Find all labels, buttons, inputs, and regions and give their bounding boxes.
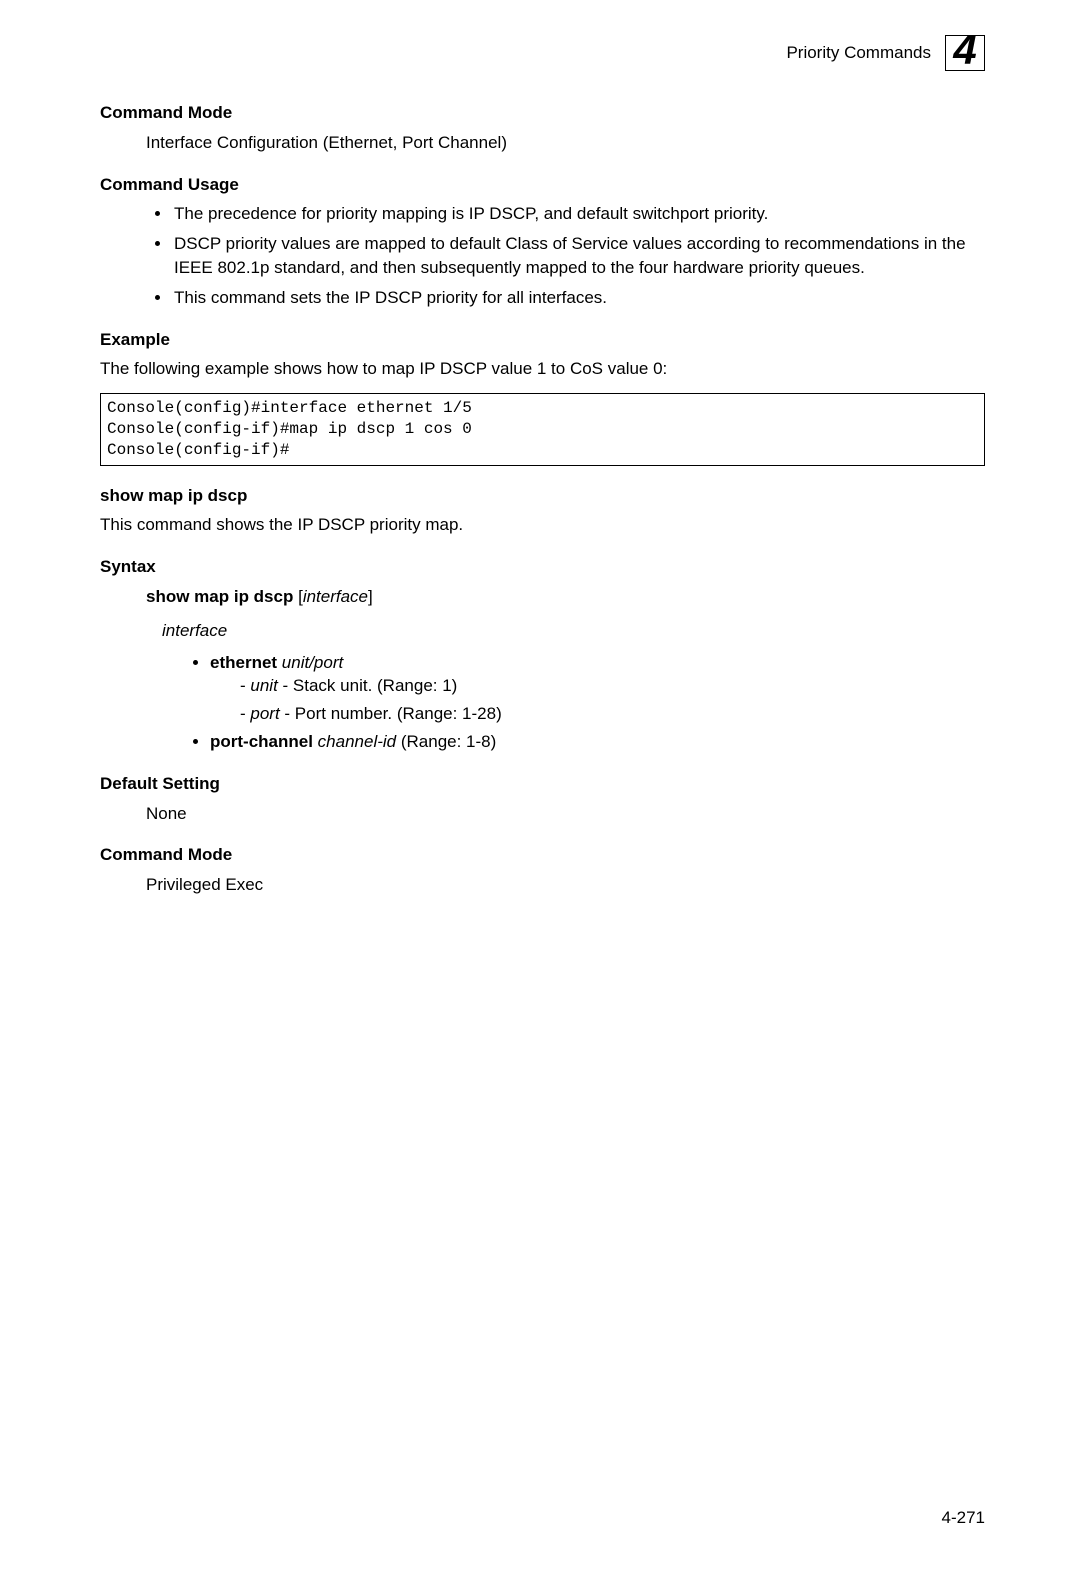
list-item: DSCP priority values are mapped to defau… bbox=[172, 232, 985, 280]
syntax-bracket-close: ] bbox=[368, 587, 373, 606]
interface-label: interface bbox=[162, 619, 985, 643]
list-item: port-channel channel-id (Range: 1-8) bbox=[210, 730, 985, 754]
syntax-interface-param: interface bbox=[303, 587, 368, 606]
heading-syntax: Syntax bbox=[100, 555, 985, 579]
list-item: The precedence for priority mapping is I… bbox=[172, 202, 985, 226]
heading-example: Example bbox=[100, 328, 985, 352]
unit-desc: - Stack unit. (Range: 1) bbox=[278, 676, 458, 695]
list-item: port - Port number. (Range: 1-28) bbox=[240, 702, 985, 726]
heading-command-usage: Command Usage bbox=[100, 173, 985, 197]
list-item: unit - Stack unit. (Range: 1) bbox=[240, 674, 985, 698]
chapter-box: 4 bbox=[945, 35, 985, 71]
list-item: This command sets the IP DSCP priority f… bbox=[172, 286, 985, 310]
portchannel-keyword: port-channel bbox=[210, 732, 313, 751]
page-header: Priority Commands 4 bbox=[100, 35, 985, 71]
heading-show-map: show map ip dscp bbox=[100, 484, 985, 508]
example-code-block: Console(config)#interface ethernet 1/5 C… bbox=[100, 393, 985, 465]
syntax-command: show map ip dscp bbox=[146, 587, 293, 606]
port-param: port bbox=[250, 704, 279, 723]
header-title: Priority Commands bbox=[786, 41, 931, 65]
heading-command-mode-2: Command Mode bbox=[100, 843, 985, 867]
list-item: ethernet unit/port unit - Stack unit. (R… bbox=[210, 651, 985, 726]
ethernet-params-list: unit - Stack unit. (Range: 1) port - Por… bbox=[240, 674, 985, 726]
ethernet-params: unit/port bbox=[277, 653, 343, 672]
syntax-bracket-open: [ bbox=[293, 587, 302, 606]
page-number: 4-271 bbox=[942, 1506, 985, 1530]
interface-options-list: ethernet unit/port unit - Stack unit. (R… bbox=[210, 651, 985, 754]
command-mode-2-body: Privileged Exec bbox=[146, 873, 985, 897]
portchannel-desc: (Range: 1-8) bbox=[396, 732, 496, 751]
unit-param: unit bbox=[250, 676, 277, 695]
command-usage-list: The precedence for priority mapping is I… bbox=[172, 202, 985, 309]
port-desc: - Port number. (Range: 1-28) bbox=[280, 704, 502, 723]
default-setting-body: None bbox=[146, 802, 985, 826]
example-intro: The following example shows how to map I… bbox=[100, 357, 985, 381]
command-mode-body: Interface Configuration (Ethernet, Port … bbox=[146, 131, 985, 155]
heading-default-setting: Default Setting bbox=[100, 772, 985, 796]
chapter-number: 4 bbox=[953, 33, 976, 67]
syntax-line: show map ip dscp [interface] bbox=[146, 585, 985, 609]
heading-command-mode: Command Mode bbox=[100, 101, 985, 125]
show-map-desc: This command shows the IP DSCP priority … bbox=[100, 513, 985, 537]
portchannel-param: channel-id bbox=[313, 732, 396, 751]
ethernet-keyword: ethernet bbox=[210, 653, 277, 672]
